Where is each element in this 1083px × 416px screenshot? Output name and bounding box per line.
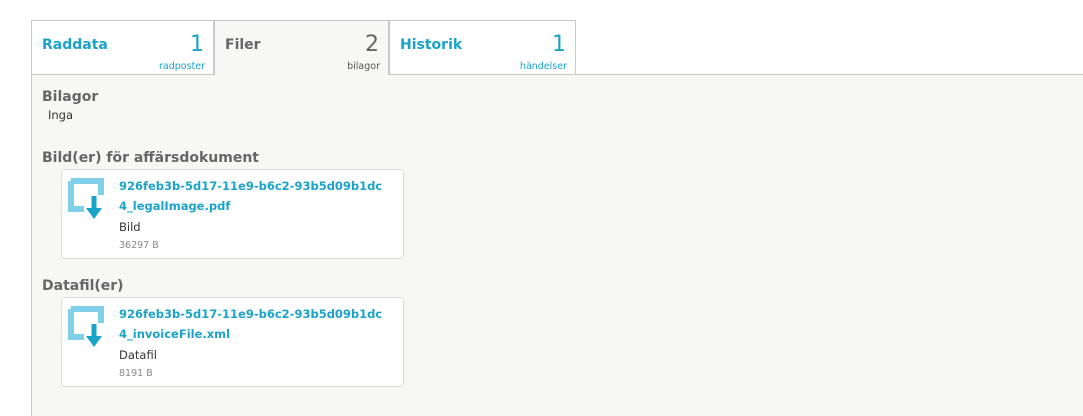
tab-count: 2	[365, 32, 379, 57]
images-title: Bild(er) för affärsdokument	[42, 150, 259, 166]
page: Raddata 1 radposter Filer 2 bilagor Hist…	[0, 0, 1083, 416]
tab-unit: bilagor	[347, 61, 380, 72]
file-card-datafile: 926feb3b-5d17-11e9-b6c2-93b5d09b1dc4_inv…	[61, 297, 404, 387]
attachments-empty-text: Inga	[48, 108, 74, 122]
datafiles-title: Datafil(er)	[42, 278, 124, 294]
tab-count: 1	[552, 32, 566, 57]
attachments-title: Bilagor	[42, 89, 99, 105]
tab-raddata[interactable]: Raddata 1 radposter	[31, 20, 214, 74]
tab-unit: händelser	[519, 61, 567, 72]
file-download-icon[interactable]	[68, 178, 106, 222]
file-size: 8191 B	[119, 368, 153, 379]
file-size: 36297 B	[119, 240, 159, 251]
tab-bar: Raddata 1 radposter Filer 2 bilagor Hist…	[31, 20, 1083, 75]
tab-historik[interactable]: Historik 1 händelser	[389, 20, 576, 74]
file-name-link[interactable]: 926feb3b-5d17-11e9-b6c2-93b5d09b1dc4_inv…	[119, 304, 389, 344]
tab-unit: radposter	[158, 61, 205, 72]
tab-label: Filer	[225, 37, 261, 53]
files-panel: Bilagor Inga Bild(er) för affärsdokument…	[31, 75, 1083, 416]
file-type: Datafil	[119, 348, 157, 362]
file-card-image: 926feb3b-5d17-11e9-b6c2-93b5d09b1dc4_leg…	[61, 169, 404, 259]
tab-filer[interactable]: Filer 2 bilagor	[214, 20, 389, 75]
tab-count: 1	[190, 32, 204, 57]
tab-label: Raddata	[42, 37, 108, 53]
file-download-icon[interactable]	[68, 306, 106, 350]
file-type: Bild	[119, 220, 141, 234]
tab-label: Historik	[400, 37, 463, 53]
file-name-link[interactable]: 926feb3b-5d17-11e9-b6c2-93b5d09b1dc4_leg…	[119, 176, 389, 216]
